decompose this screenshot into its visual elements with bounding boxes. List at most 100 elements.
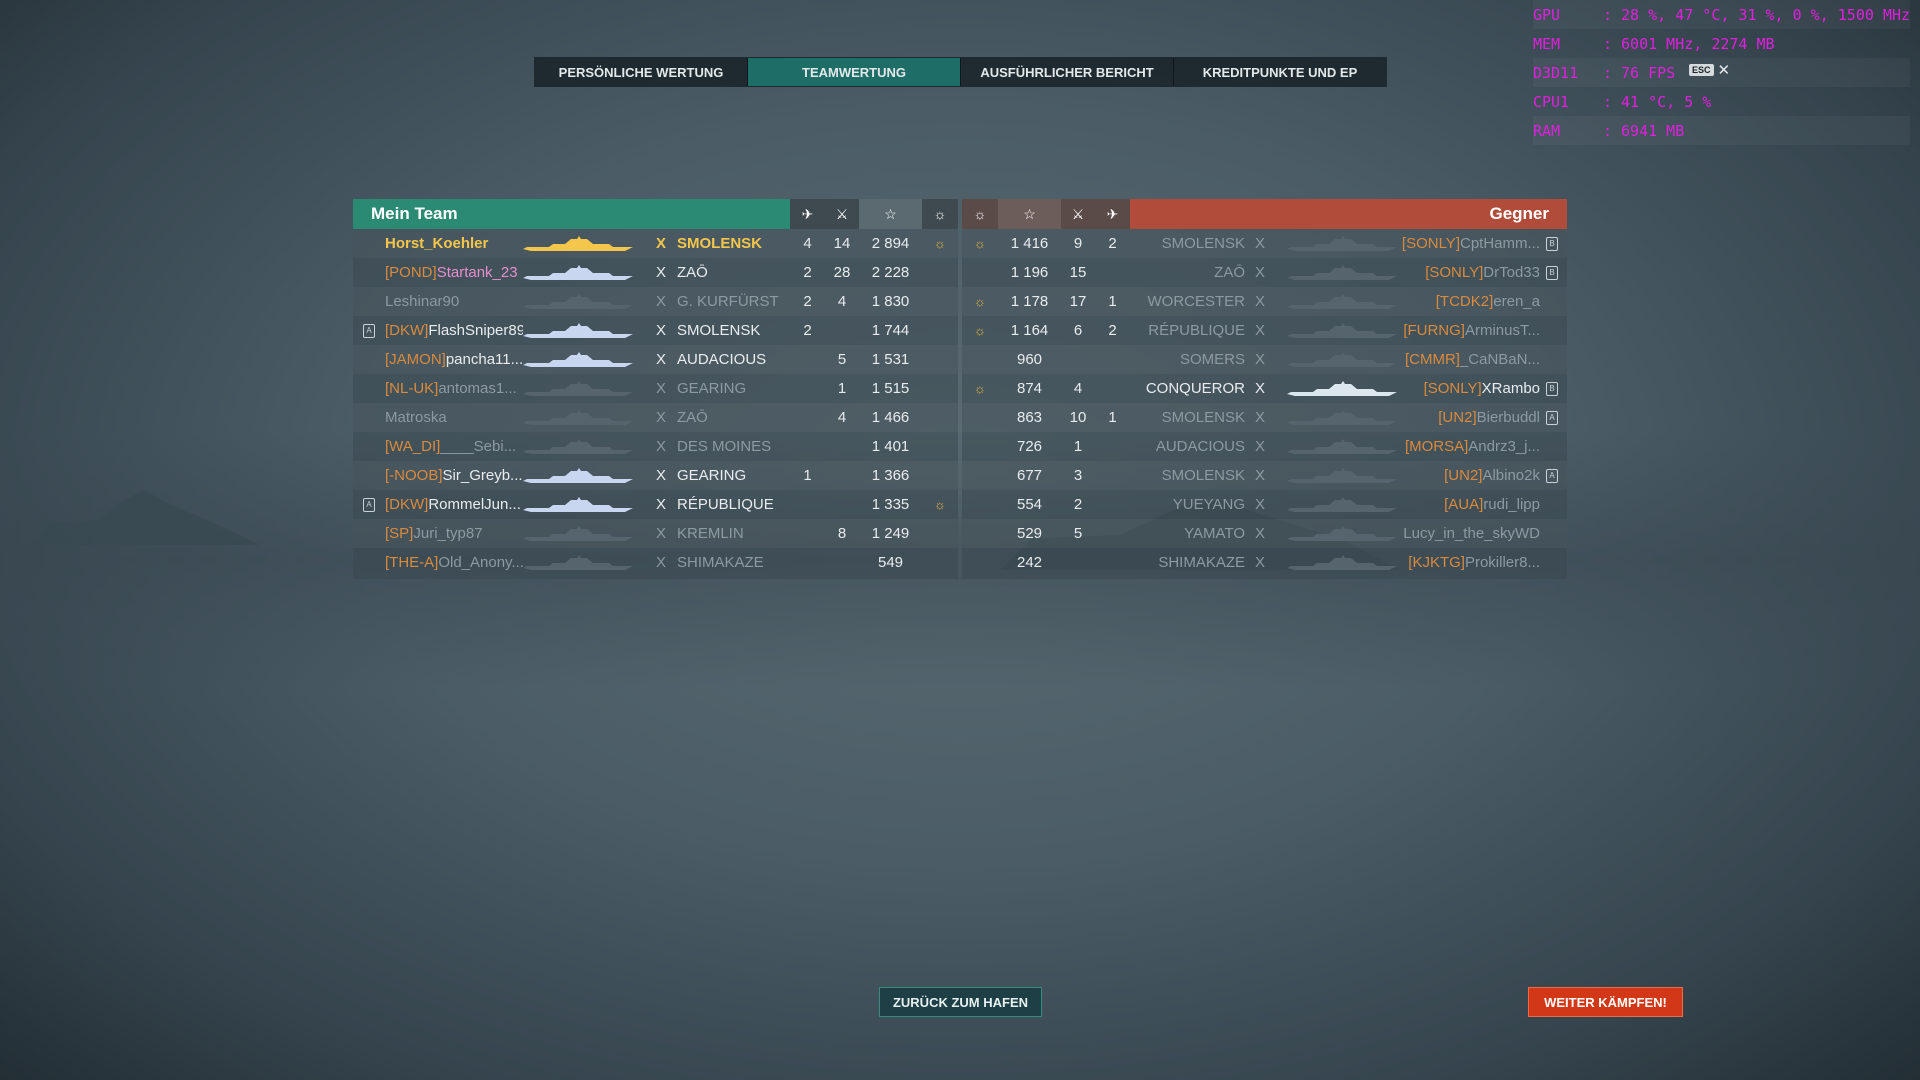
player-name[interactable]: [KJKTG] Prokiller8... [1400,548,1540,577]
table-row[interactable]: 1 196 15 ZAŌ X [SONLY] DrTod33 B [962,258,1567,287]
ship-silhouette [523,258,643,287]
table-row[interactable]: Matroska X ZAŌ 4 1 466 [353,403,958,432]
table-row[interactable]: [-NOOB] Sir_Greyb... X GEARING 1 1 366 [353,461,958,490]
table-row[interactable]: [SP] Juri_typ87 X KREMLIN 8 1 249 [353,519,958,548]
player-name[interactable]: [POND] Startank_23 [385,258,523,287]
player-name[interactable]: [NL-UK] antomas1... [385,374,523,403]
exp-value: 529 [1016,525,1043,542]
ship-tier: X [1255,409,1266,426]
my-team-rows: Horst_Koehler X SMOLENSK 4 14 2 894 ☼ [POND] Sta… [353,229,958,577]
table-row[interactable]: [THE-A] Old_Anony... X SHIMAKAZE 549 [353,548,958,577]
continue-fighting-button[interactable]: WEITER KÄMPFEN! [1528,987,1683,1017]
table-row[interactable]: Horst_Koehler X SMOLENSK 4 14 2 894 ☼ [353,229,958,258]
table-row[interactable]: Leshinar90 X G. KURFÜRST 2 4 1 830 [353,287,958,316]
ship-silhouette [1277,258,1397,287]
player-name[interactable]: [-NOOB] Sir_Greyb... [385,461,523,490]
table-row[interactable]: A [DKW] FlashSniper89 X SMOLENSK 2 1 744 [353,316,958,345]
ship-name: YUEYANG [1172,496,1245,513]
medal-cell: ☼ [962,316,998,345]
player-name[interactable]: [WA_DI] ____Sebi... [385,432,523,461]
player-name[interactable]: [SONLY] CptHamm... [1400,229,1540,258]
ship-tier: X [656,409,667,426]
kills-value: 5 [837,351,847,368]
table-row[interactable]: 554 2 YUEYANG X [AUA] rudi_lipp [962,490,1567,519]
tab-personal-rating[interactable]: PERSÖNLICHE WERTUNG [535,58,748,86]
tab-credits-xp[interactable]: KREDITPUNKTE UND EP [1174,58,1386,86]
player-name[interactable]: Matroska [385,403,523,432]
table-row[interactable]: ☼ 1 416 9 2 SMOLENSK X [SONLY] CptHamm... B [962,229,1567,258]
player-name[interactable]: [SP] Juri_typ87 [385,519,523,548]
player-name[interactable]: [TCDK2] eren_a [1400,287,1540,316]
table-row[interactable]: [POND] Startank_23 X ZAŌ 2 28 2 228 [353,258,958,287]
esc-close[interactable]: ESC ✕ [1689,61,1730,79]
ship-name: SMOLENSK [1161,235,1245,252]
planes-value: 4 [803,235,812,252]
player-name[interactable]: Horst_Koehler [385,229,523,258]
ship-silhouette [1277,432,1397,461]
player-name[interactable]: Leshinar90 [385,287,523,316]
table-row[interactable]: ☼ 874 4 CONQUEROR X [SONLY] XRambo B [962,374,1567,403]
clan-tag: [UN2] [1444,467,1483,484]
player-name[interactable]: [FURNG] ArminusT... [1400,316,1540,345]
kills-value: 5 [1073,525,1083,542]
medal-cell [922,374,958,403]
ship-silhouette [523,316,643,345]
player-name[interactable]: [UN2] Albino2k [1400,461,1540,490]
player-name[interactable]: [THE-A] Old_Anony... [385,548,523,577]
planes-value [1095,519,1130,548]
division-badge: A [363,323,375,338]
player-nickname: Old_Anony... [438,554,523,571]
kills-value: 9 [1073,235,1083,252]
player-name[interactable]: Lucy_in_the_skyWD [1400,519,1540,548]
player-name[interactable]: [SONLY] DrTod33 [1400,258,1540,287]
clan-tag: [KJKTG] [1408,554,1465,571]
table-row[interactable]: [WA_DI] ____Sebi... X DES MOINES 1 401 [353,432,958,461]
kills-value: 1 [837,380,847,397]
ship-silhouette [523,345,643,374]
player-name[interactable]: [JAMON] pancha11... [385,345,523,374]
table-row[interactable]: 242 SHIMAKAZE X [KJKTG] Prokiller8... [962,548,1567,577]
clan-tag: [THE-A] [385,554,439,571]
ship-tier: X [656,438,667,455]
medal-cell: ☼ [922,490,958,519]
player-name[interactable]: [AUA] rudi_lipp [1400,490,1540,519]
ship-tier: X [1255,264,1266,281]
player-name[interactable]: [DKW] FlashSniper89 [385,316,523,345]
player-name[interactable]: [DKW] RommelJun... [385,490,523,519]
exp-value: 554 [1016,496,1043,513]
table-row[interactable]: 677 3 SMOLENSK X [UN2] Albino2k A [962,461,1567,490]
table-row[interactable]: A [DKW] RommelJun... X RÉPUBLIQUE 1 335 ☼ [353,490,958,519]
table-row[interactable]: ☼ 1 178 17 1 WORCESTER X [TCDK2] eren_a [962,287,1567,316]
hud-key: CPU1 [1532,92,1570,111]
player-name[interactable]: [CMMR] _CaNBaN... [1400,345,1540,374]
player-nickname: Sir_Greyb... [442,467,523,484]
back-to-port-button[interactable]: ZURÜCK ZUM HAFEN [879,987,1042,1017]
tab-detailed-report[interactable]: AUSFÜHRLICHER BERICHT [961,58,1174,86]
exp-value: 677 [1016,467,1043,484]
table-row[interactable]: [NL-UK] antomas1... X GEARING 1 1 515 [353,374,958,403]
kills-value [1061,345,1095,374]
table-row[interactable]: 726 1 AUDACIOUS X [MORSA] Andrz3_j... [962,432,1567,461]
ship-silhouette [523,432,643,461]
kills-value: 4 [1073,380,1083,397]
close-icon[interactable]: ✕ [1718,61,1731,79]
star-icon: ☆ [998,199,1061,229]
ship-silhouette [523,461,643,490]
player-name[interactable]: [UN2] Bierbuddl [1400,403,1540,432]
kills-value: 4 [837,409,847,426]
ship-name: RÉPUBLIQUE [1148,322,1245,339]
table-row[interactable]: 529 5 YAMATO X Lucy_in_the_skyWD [962,519,1567,548]
planes-value [1095,374,1130,403]
player-name[interactable]: [MORSA] Andrz3_j... [1400,432,1540,461]
player-nickname: XRambo [1481,380,1540,397]
medal-cell [962,490,998,519]
exp-value: 1 164 [1010,322,1049,339]
player-name[interactable]: [SONLY] XRambo [1400,374,1540,403]
table-row[interactable]: ☼ 1 164 6 2 RÉPUBLIQUE X [FURNG] ArminusT... [962,316,1567,345]
tab-team-rating[interactable]: TEAMWERTUNG [748,58,961,86]
ship-silhouette [523,287,643,316]
table-row[interactable]: 863 10 1 SMOLENSK X [UN2] Bierbuddl A [962,403,1567,432]
table-row[interactable]: [JAMON] pancha11... X AUDACIOUS 5 1 531 [353,345,958,374]
hud-value: : 76 FPS [1602,63,1676,82]
table-row[interactable]: 960 SOMERS X [CMMR] _CaNBaN... [962,345,1567,374]
